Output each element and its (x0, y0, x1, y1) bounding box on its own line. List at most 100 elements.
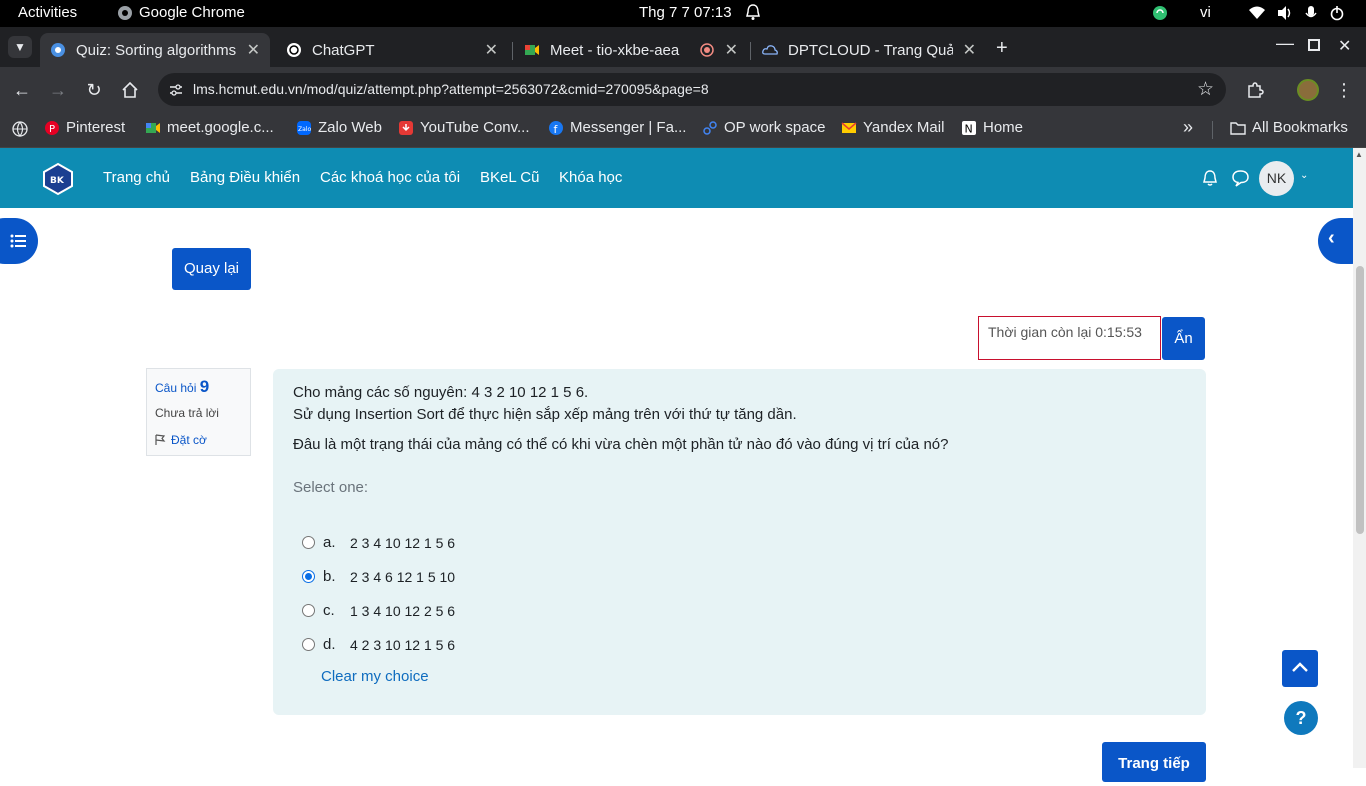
home-icon (122, 81, 138, 98)
list-icon (10, 234, 26, 248)
help-button[interactable]: ? (1284, 701, 1318, 735)
answer-option-a[interactable]: a. 2 3 4 10 12 1 5 6 (273, 521, 673, 555)
facebook-icon: f (549, 120, 563, 136)
radio-b[interactable] (302, 570, 315, 583)
chevron-down-icon[interactable]: ⌄ (1300, 170, 1308, 181)
nav-home[interactable]: Trang chủ (103, 169, 170, 186)
tab-dptcloud[interactable]: DPTCLOUD - Trang Quản ✕ (752, 33, 986, 67)
arrow-right-icon: → (49, 80, 67, 100)
radio-a[interactable] (302, 536, 315, 549)
bookmark-zalo[interactable]: Zalo Zalo Web (296, 119, 382, 136)
power-icon[interactable] (1329, 5, 1345, 25)
chrome-menu-button[interactable]: ⋮ (1332, 78, 1356, 102)
scroll-to-top-button[interactable] (1282, 650, 1318, 687)
answer-option-c[interactable]: c. 1 3 4 10 12 2 5 6 (273, 589, 673, 623)
input-language[interactable]: vi (1200, 4, 1211, 21)
download-icon (399, 120, 413, 135)
tab-quiz[interactable]: Quiz: Sorting algorithms ✕ (40, 33, 270, 67)
nav-my-courses[interactable]: Các khoá học của tôi (320, 169, 460, 186)
radio-c[interactable] (302, 604, 315, 617)
app-menu[interactable]: Google Chrome (117, 4, 245, 21)
wifi-icon[interactable] (1248, 5, 1266, 25)
notifications-bell-icon[interactable] (1201, 169, 1219, 191)
puzzle-icon (1248, 82, 1264, 98)
tab-separator (750, 42, 751, 60)
question-info: Câu hỏi 9 Chưa trả lời Đặt cờ (146, 368, 251, 456)
url-text: lms.hcmut.edu.vn/mod/quiz/attempt.php?at… (193, 81, 709, 97)
close-icon: ✕ (1338, 38, 1352, 55)
bk-logo-icon: BK (43, 162, 73, 196)
back-button-quiz[interactable]: Quay lại (172, 248, 251, 290)
activities-button[interactable]: Activities (18, 4, 77, 21)
radio-d[interactable] (302, 638, 315, 651)
pinterest-icon: P (45, 120, 59, 135)
window-close-button[interactable]: ✕ (1338, 36, 1351, 56)
svg-text:BK: BK (50, 176, 65, 186)
plus-icon: + (996, 37, 1008, 59)
bookmark-youtube-conv[interactable]: YouTube Conv... (398, 119, 530, 136)
answer-option-d[interactable]: d. 4 2 3 10 12 1 5 6 (273, 623, 673, 657)
sync-icon[interactable] (1152, 5, 1168, 25)
user-avatar[interactable]: NK (1259, 161, 1294, 196)
reload-button[interactable]: ↻ (82, 78, 106, 102)
new-tab-button[interactable]: + (996, 37, 1008, 60)
chatgpt-favicon-icon (287, 43, 301, 57)
bookmark-messenger[interactable]: f Messenger | Fa... (548, 119, 686, 136)
chrome-icon (118, 5, 132, 20)
close-icon[interactable]: ✕ (485, 40, 498, 60)
tab-meet[interactable]: Meet - tio-xkbe-aea ✕ (514, 33, 748, 67)
maximize-button[interactable] (1308, 39, 1320, 51)
bookmark-pinterest[interactable]: P Pinterest (44, 119, 125, 136)
hide-timer-button[interactable]: Ẩn (1162, 317, 1205, 360)
close-icon[interactable]: ✕ (963, 40, 976, 60)
extensions-button[interactable] (1243, 78, 1267, 102)
forward-button[interactable]: → (46, 78, 70, 102)
question-status: Chưa trả lời (155, 406, 219, 420)
clock[interactable]: Thg 7 7 07:13 (639, 4, 732, 21)
bookmark-star-icon[interactable]: ☆ (1197, 78, 1214, 101)
messages-icon[interactable] (1231, 169, 1250, 191)
more-bookmarks-button[interactable]: » (1183, 117, 1193, 138)
chevron-down-icon: ▼ (14, 40, 26, 54)
close-icon[interactable]: ✕ (725, 40, 738, 60)
back-button[interactable]: ← (10, 78, 34, 102)
nav-courses[interactable]: Khóa học (559, 169, 622, 186)
mail-icon (841, 121, 857, 133)
bookmark-yandex-mail[interactable]: Yandex Mail (841, 119, 944, 136)
answer-option-b[interactable]: b. 2 3 4 6 12 1 5 10 (273, 555, 673, 589)
site-info-icon[interactable] (168, 82, 184, 98)
tab-chatgpt[interactable]: ChatGPT ✕ (276, 33, 508, 67)
svg-text:N: N (965, 122, 973, 135)
bookmark-meet[interactable]: meet.google.c... (145, 119, 274, 136)
all-bookmarks-button[interactable]: All Bookmarks (1230, 119, 1348, 136)
arrow-left-icon: ← (13, 80, 31, 100)
microphone-icon[interactable] (1304, 5, 1318, 25)
question-text-line2: Sử dụng Insertion Sort để thực hiện sắp … (293, 406, 797, 423)
folder-icon (1230, 121, 1246, 135)
recording-icon (700, 43, 714, 61)
bookmark-op-workspace[interactable]: OP work space (702, 119, 825, 136)
home-button[interactable] (118, 78, 142, 102)
svg-text:Zalo: Zalo (298, 126, 311, 133)
tab-search-button[interactable]: ▼ (8, 36, 32, 58)
page-scrollbar[interactable]: ▲ (1353, 148, 1366, 768)
moodle-favicon-icon (51, 43, 65, 57)
tab-separator (512, 42, 513, 60)
volume-icon[interactable] (1276, 5, 1294, 25)
clear-choice-link[interactable]: Clear my choice (321, 668, 429, 685)
course-index-toggle[interactable] (0, 218, 38, 264)
nav-old-bkel[interactable]: BKeL Cũ (480, 169, 539, 186)
flag-question-link[interactable]: Đặt cờ (155, 433, 207, 447)
scrollbar-thumb[interactable] (1356, 266, 1364, 534)
nav-dashboard[interactable]: Bảng Điều khiển (190, 169, 300, 186)
address-bar[interactable]: lms.hcmut.edu.vn/mod/quiz/attempt.php?at… (158, 73, 1226, 106)
question-text-line3: Đâu là một trạng thái của mảng có thể có… (293, 436, 949, 453)
minimize-button[interactable]: — (1276, 33, 1294, 54)
bookmark-home[interactable]: N Home (961, 119, 1023, 136)
next-page-button[interactable]: Trang tiếp (1102, 742, 1206, 782)
scroll-up-arrow-icon[interactable]: ▲ (1355, 150, 1363, 159)
zalo-icon: Zalo (297, 120, 311, 135)
profile-avatar[interactable] (1297, 79, 1319, 101)
close-icon[interactable]: ✕ (247, 40, 260, 60)
site-logo[interactable]: BK (40, 162, 76, 200)
